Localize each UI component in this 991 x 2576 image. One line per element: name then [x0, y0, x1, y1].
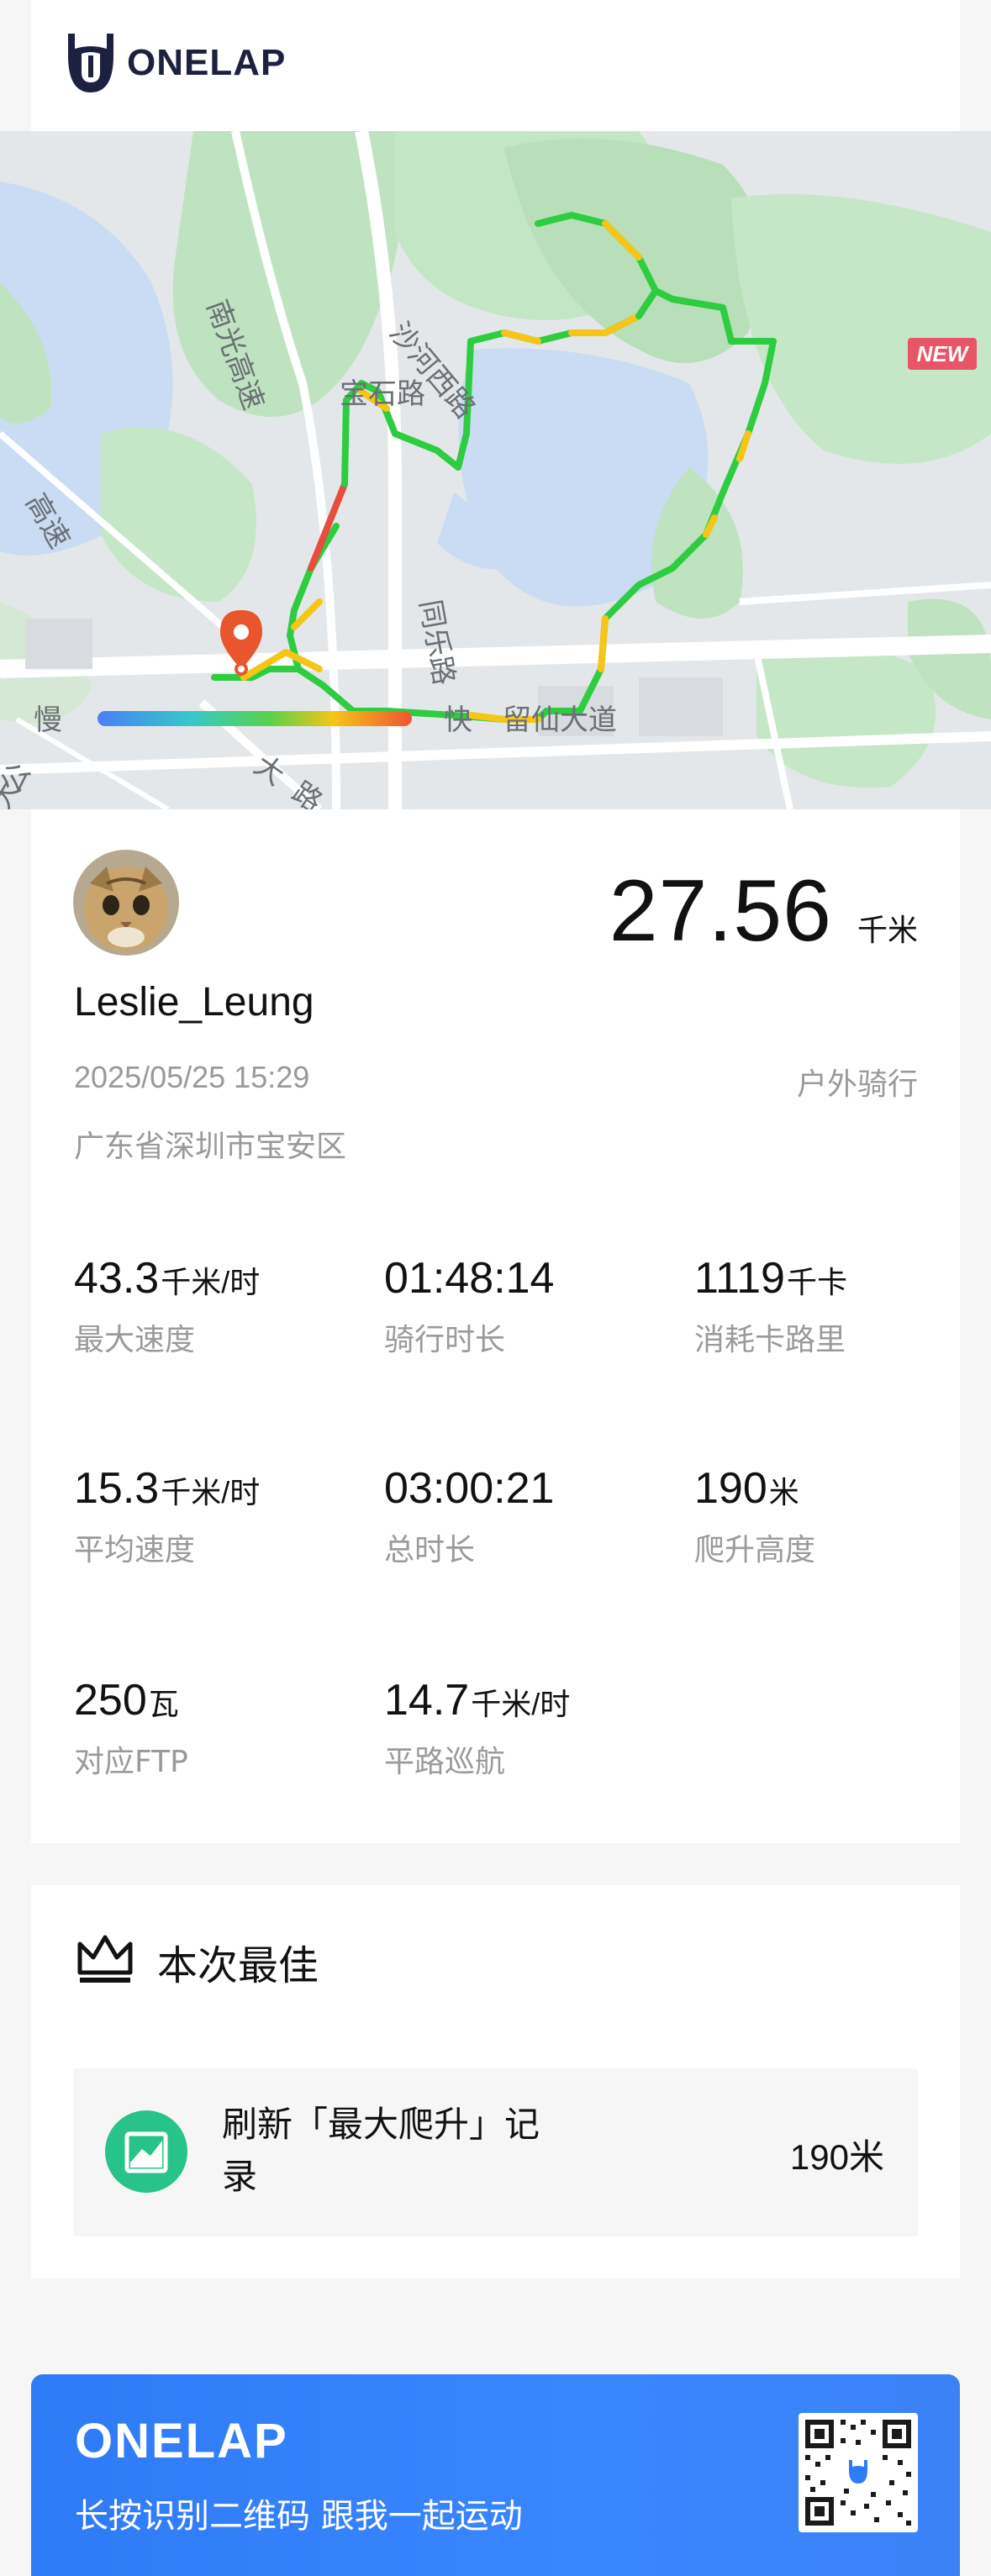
- stat-label: 骑行时长: [384, 1323, 506, 1357]
- stat-value: 190: [694, 1464, 767, 1513]
- distance-value: 27.56: [609, 862, 832, 960]
- stat-label: 消耗卡路里: [694, 1323, 846, 1357]
- stat-max-speed: 43.3 千米/时 最大速度: [74, 1253, 260, 1359]
- cat-avatar-icon: [73, 850, 179, 956]
- stat-ride-time: 01:48:14 骑行时长: [384, 1253, 556, 1359]
- stat-flat-cruise: 14.7 千米/时 平路巡航: [384, 1675, 570, 1781]
- stat-value: 250: [74, 1676, 147, 1725]
- stat-unit: 千米/时: [471, 1687, 571, 1721]
- stat-label: 爬升高度: [694, 1533, 816, 1567]
- stat-value: 15.3: [74, 1464, 160, 1513]
- app-header: ONELAP: [31, 0, 960, 131]
- stat-calories: 1119 千卡 消耗卡路里: [694, 1253, 847, 1359]
- brand-name: ONELAP: [127, 42, 287, 83]
- stat-unit: 千米/时: [161, 1265, 261, 1299]
- stat-ftp: 250 瓦 对应FTP: [74, 1675, 188, 1781]
- avatar[interactable]: [73, 850, 179, 956]
- ride-location: 广东省深圳市宝安区: [74, 1130, 347, 1164]
- stat-unit: 千卡: [786, 1265, 847, 1299]
- stat-value: 1119: [694, 1254, 785, 1303]
- ride-datetime: 2025/05/25 15:29: [74, 1060, 310, 1094]
- stat-unit: 千米/时: [161, 1475, 261, 1509]
- onelap-logo: ONELAP: [63, 30, 286, 96]
- qr-code-icon: [805, 2420, 911, 2526]
- stat-value: 43.3: [74, 1254, 160, 1303]
- stat-label: 最大速度: [74, 1323, 196, 1357]
- record-value: 190米: [789, 2137, 884, 2177]
- best-title: 本次最佳: [157, 1942, 319, 1989]
- crown-icon: [77, 1935, 133, 1983]
- stat-label: 平路巡航: [384, 1745, 506, 1779]
- ride-summary-card: 27.56 千米 Leslie_Leung 2025/05/25 15:29 户…: [31, 809, 960, 1843]
- stat-label: 对应FTP: [74, 1745, 188, 1779]
- stat-value: 14.7: [384, 1676, 470, 1725]
- route-map[interactable]: 慢 快 留仙大道 南光高速 宝石路 沙河西路 同乐路 大 路 大 公 高速 NE…: [0, 131, 991, 809]
- chart-up-icon: [105, 2110, 187, 2193]
- stat-total-time: 03:00:21 总时长: [384, 1463, 556, 1569]
- ride-distance: 27.56 千米: [609, 861, 918, 961]
- map-label-baoshi: 宝石路: [340, 377, 425, 411]
- stat-elevation-gain: 190 米 爬升高度: [694, 1463, 815, 1569]
- map-label-slow: 慢: [34, 703, 62, 737]
- stat-value: 03:00:21: [384, 1464, 555, 1513]
- stat-unit: 米: [768, 1475, 799, 1509]
- username: Leslie_Leung: [74, 980, 314, 1025]
- map-label-liuxian: 留仙大道: [503, 703, 617, 737]
- stat-label: 平均速度: [74, 1533, 196, 1567]
- new-badge[interactable]: NEW: [908, 338, 977, 370]
- share-footer: ONELAP 长按识别二维码 跟我一起运动: [31, 2374, 960, 2576]
- stat-avg-speed: 15.3 千米/时 平均速度: [74, 1463, 260, 1569]
- stat-value: 01:48:14: [384, 1254, 555, 1303]
- speed-legend-bar: [98, 711, 412, 726]
- footer-brand: ONELAP: [75, 2414, 288, 2468]
- ride-type: 户外骑行: [796, 1067, 918, 1102]
- map-canvas: 慢 快 留仙大道 南光高速 宝石路 沙河西路 同乐路 大 路 大 公 高速: [0, 131, 991, 809]
- record-title: 刷新「最大爬升」记录: [222, 2104, 540, 2197]
- onelap-logo-icon: [68, 34, 113, 92]
- qr-code[interactable]: [799, 2413, 918, 2532]
- record-item[interactable]: 刷新「最大爬升」记录 190米: [73, 2068, 918, 2236]
- map-label-fast: 快: [444, 703, 472, 737]
- stat-label: 总时长: [384, 1533, 476, 1567]
- best-records-section: 本次最佳 刷新「最大爬升」记录 190米: [31, 1885, 960, 2278]
- distance-unit: 千米: [857, 914, 918, 948]
- footer-slogan: 长按识别二维码 跟我一起运动: [75, 2497, 523, 2536]
- stat-unit: 瓦: [148, 1687, 179, 1721]
